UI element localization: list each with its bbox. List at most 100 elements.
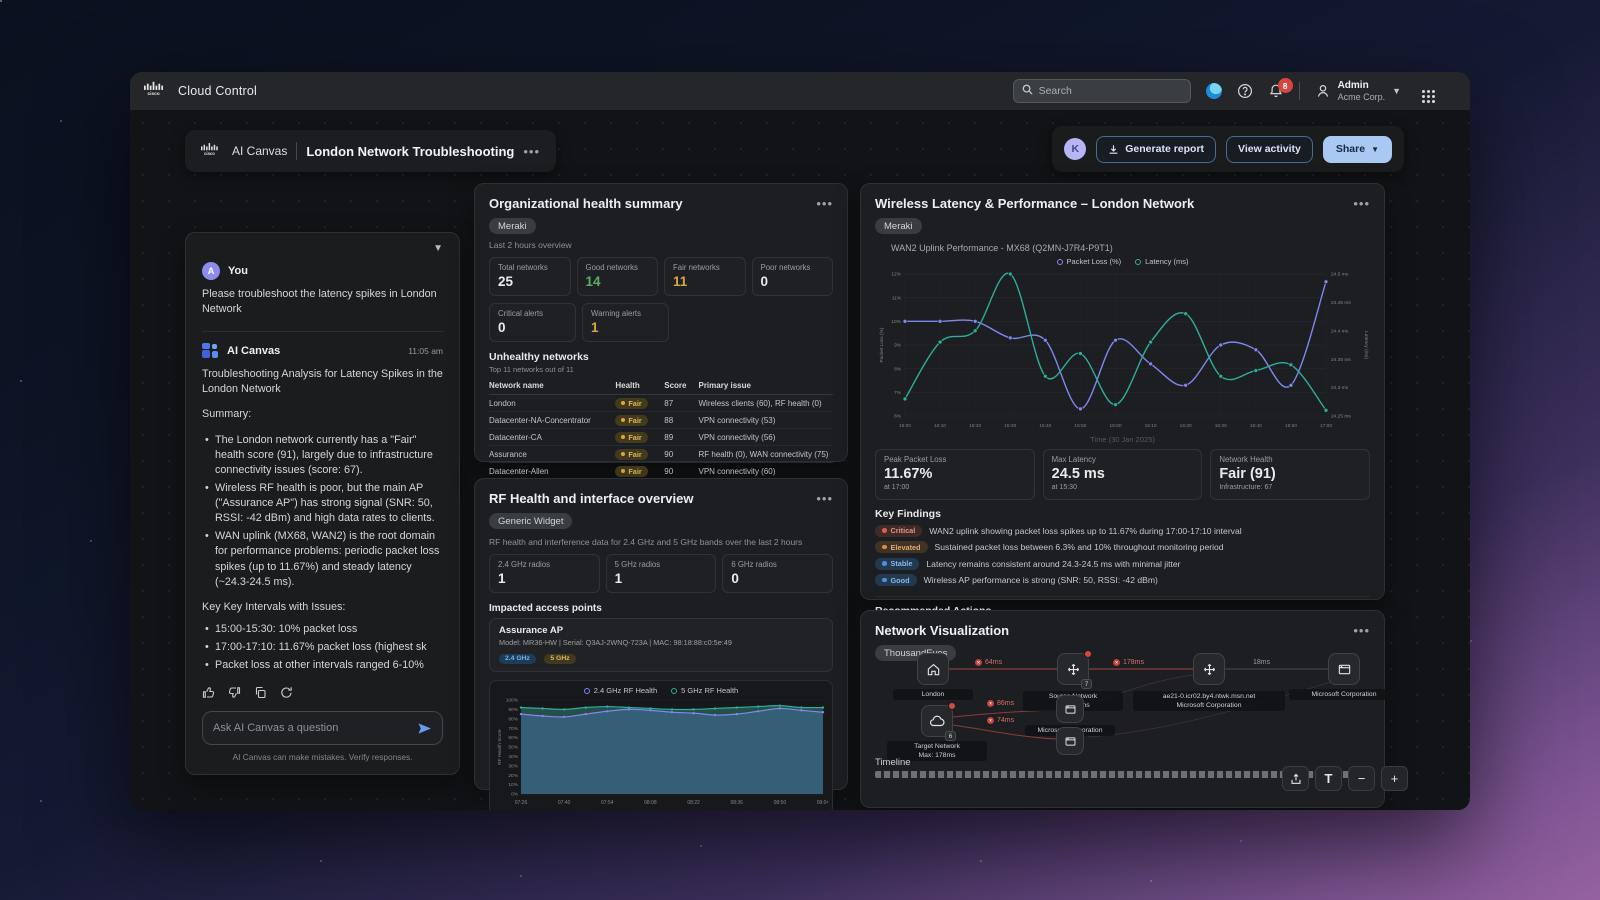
severity-badge: Elevated [875,541,928,553]
svg-text:9%: 9% [894,343,902,349]
svg-text:cisco: cisco [204,150,215,155]
router-icon [1202,662,1217,677]
svg-text:15:40: 15:40 [1039,423,1051,429]
rf-description: RF health and interference data for 2.4 … [489,537,847,547]
svg-text:70%: 70% [508,726,518,732]
ai-canvas-surface[interactable]: cisco AI Canvas London Network Troublesh… [130,110,1470,810]
regenerate-icon[interactable] [280,686,293,699]
svg-text:RF Health Score: RF Health Score [497,729,503,765]
copy-icon[interactable] [254,686,267,699]
chevron-down-icon: ▼ [1392,86,1401,96]
title-divider [296,142,297,160]
canvas-doc-title: London Network Troubleshooting [306,144,514,159]
node-hop-ae21[interactable] [1193,653,1225,685]
svg-text:90%: 90% [508,707,518,713]
svg-text:8%: 8% [894,366,902,372]
severity-badge: Good [875,574,917,586]
node-ms-corp-mid-b[interactable] [1056,727,1084,755]
app-grid-icon[interactable] [1416,84,1430,98]
search-input[interactable] [1039,85,1182,97]
notifications-bell-icon[interactable]: 8 [1268,83,1284,99]
panel-title: Network Visualization [875,623,1009,638]
svg-text:100%: 100% [506,698,519,704]
text-tool-button[interactable]: T [1315,766,1342,791]
export-icon [1290,773,1302,785]
node-ms-corp-right[interactable] [1328,653,1360,685]
node-london[interactable] [917,653,949,685]
panel-menu-button[interactable]: ••• [816,196,833,211]
svg-text:24.35 ms: 24.35 ms [1331,357,1351,363]
cisco-logo-icon: cisco [144,81,169,101]
health-dot [621,435,625,439]
table-row[interactable]: Datacenter-NA-ConcentratorFair88VPN conn… [489,412,833,429]
window-icon [1337,662,1352,677]
zoom-out-button[interactable]: − [1348,766,1375,791]
svg-text:15:30: 15:30 [1004,423,1016,429]
svg-text:08:22: 08:22 [687,800,700,806]
help-icon[interactable] [1237,83,1253,99]
theme-toggle-icon[interactable] [1206,83,1222,99]
export-button[interactable] [1282,766,1309,791]
node-target-network[interactable]: 6 [921,705,953,737]
send-icon[interactable] [417,722,432,735]
svg-text:24.3 ms: 24.3 ms [1331,385,1349,391]
summary-bullet-list: The London network currently has a "Fair… [202,430,443,590]
topbar-divider [1299,82,1300,100]
search-box[interactable] [1013,79,1191,103]
node-ms-corp-mid-a[interactable] [1056,695,1084,723]
svg-text:30%: 30% [508,763,518,769]
rf-health-chart: 0%10%20%30%40%50%60%70%80%90%100%07:2607… [494,695,828,807]
svg-text:60%: 60% [508,735,518,741]
org-health-panel: Organizational health summary ••• Meraki… [474,183,848,462]
latency-panel: Wireless Latency & Performance – London … [860,183,1385,600]
access-point-card[interactable]: Assurance AP Model: MR36-HW | Serial: Q3… [489,618,833,672]
panel-menu-button[interactable]: ••• [1353,623,1370,638]
app-window: cisco Cloud Control [130,72,1470,810]
window-icon [1064,703,1077,716]
canvas-toolbar: T − + [1282,766,1408,791]
svg-text:40%: 40% [508,754,518,760]
panel-menu-button[interactable]: ••• [816,491,833,506]
message-timestamp: 11:05 am [408,346,443,356]
panel-menu-button[interactable]: ••• [1353,196,1370,211]
intervals-label: Key Key Intervals with Issues: [202,600,443,615]
stat-card: 5 GHz radios1 [606,554,717,593]
canvas-menu-button[interactable]: ••• [523,144,540,159]
error-icon: ✕ [987,700,994,707]
collaborator-avatar[interactable]: K [1064,138,1086,160]
thumbs-up-icon[interactable] [202,686,215,699]
table-header: Network nameHealth ScorePrimary issue [489,378,833,395]
zoom-in-button[interactable]: + [1381,766,1408,791]
table-row[interactable]: AssuranceFair90RF health (0), WAN connec… [489,446,833,463]
health-dot [621,401,625,405]
section-divider [875,596,1370,597]
svg-text:08:36: 08:36 [730,800,743,806]
user-menu[interactable]: Admin Acme Corp. ▼ [1315,80,1401,102]
svg-text:15:50: 15:50 [1074,423,1086,429]
table-row[interactable]: Datacenter-CAFair89VPN connectivity (56) [489,429,833,446]
thumbs-down-icon[interactable] [228,686,241,699]
table-row[interactable]: LondonFair87Wireless clients (60), RF he… [489,395,833,412]
view-activity-button[interactable]: View activity [1226,136,1313,163]
generate-report-button[interactable]: Generate report [1096,136,1216,163]
share-button[interactable]: Share ▼ [1323,136,1392,163]
summary-label: Summary: [202,407,443,422]
svg-text:cisco: cisco [147,91,159,96]
chat-input[interactable] [213,722,409,734]
unhealthy-networks-title: Unhealthy networks [489,351,833,363]
chat-input-box[interactable] [202,711,443,745]
download-icon [1108,144,1119,155]
svg-text:24.5 ms: 24.5 ms [1331,272,1349,278]
cloud-icon [929,714,945,729]
notification-badge: 8 [1278,78,1293,93]
metric-card: Max Latency24.5 msat 15:30 [1043,449,1203,500]
user-icon [1315,83,1331,99]
svg-text:08:08: 08:08 [644,800,657,806]
source-badge: Meraki [489,218,536,234]
search-icon [1022,82,1033,100]
collapse-chevron-icon[interactable]: ▼ [433,243,443,254]
canvas-actions-bar: K Generate report View activity Share ▼ [1052,126,1404,172]
interval-bullet: Packet loss at other intervals ranged 6-… [202,658,443,673]
node-source-network[interactable]: 7 [1057,653,1089,685]
svg-text:16:10: 16:10 [1145,423,1157,429]
